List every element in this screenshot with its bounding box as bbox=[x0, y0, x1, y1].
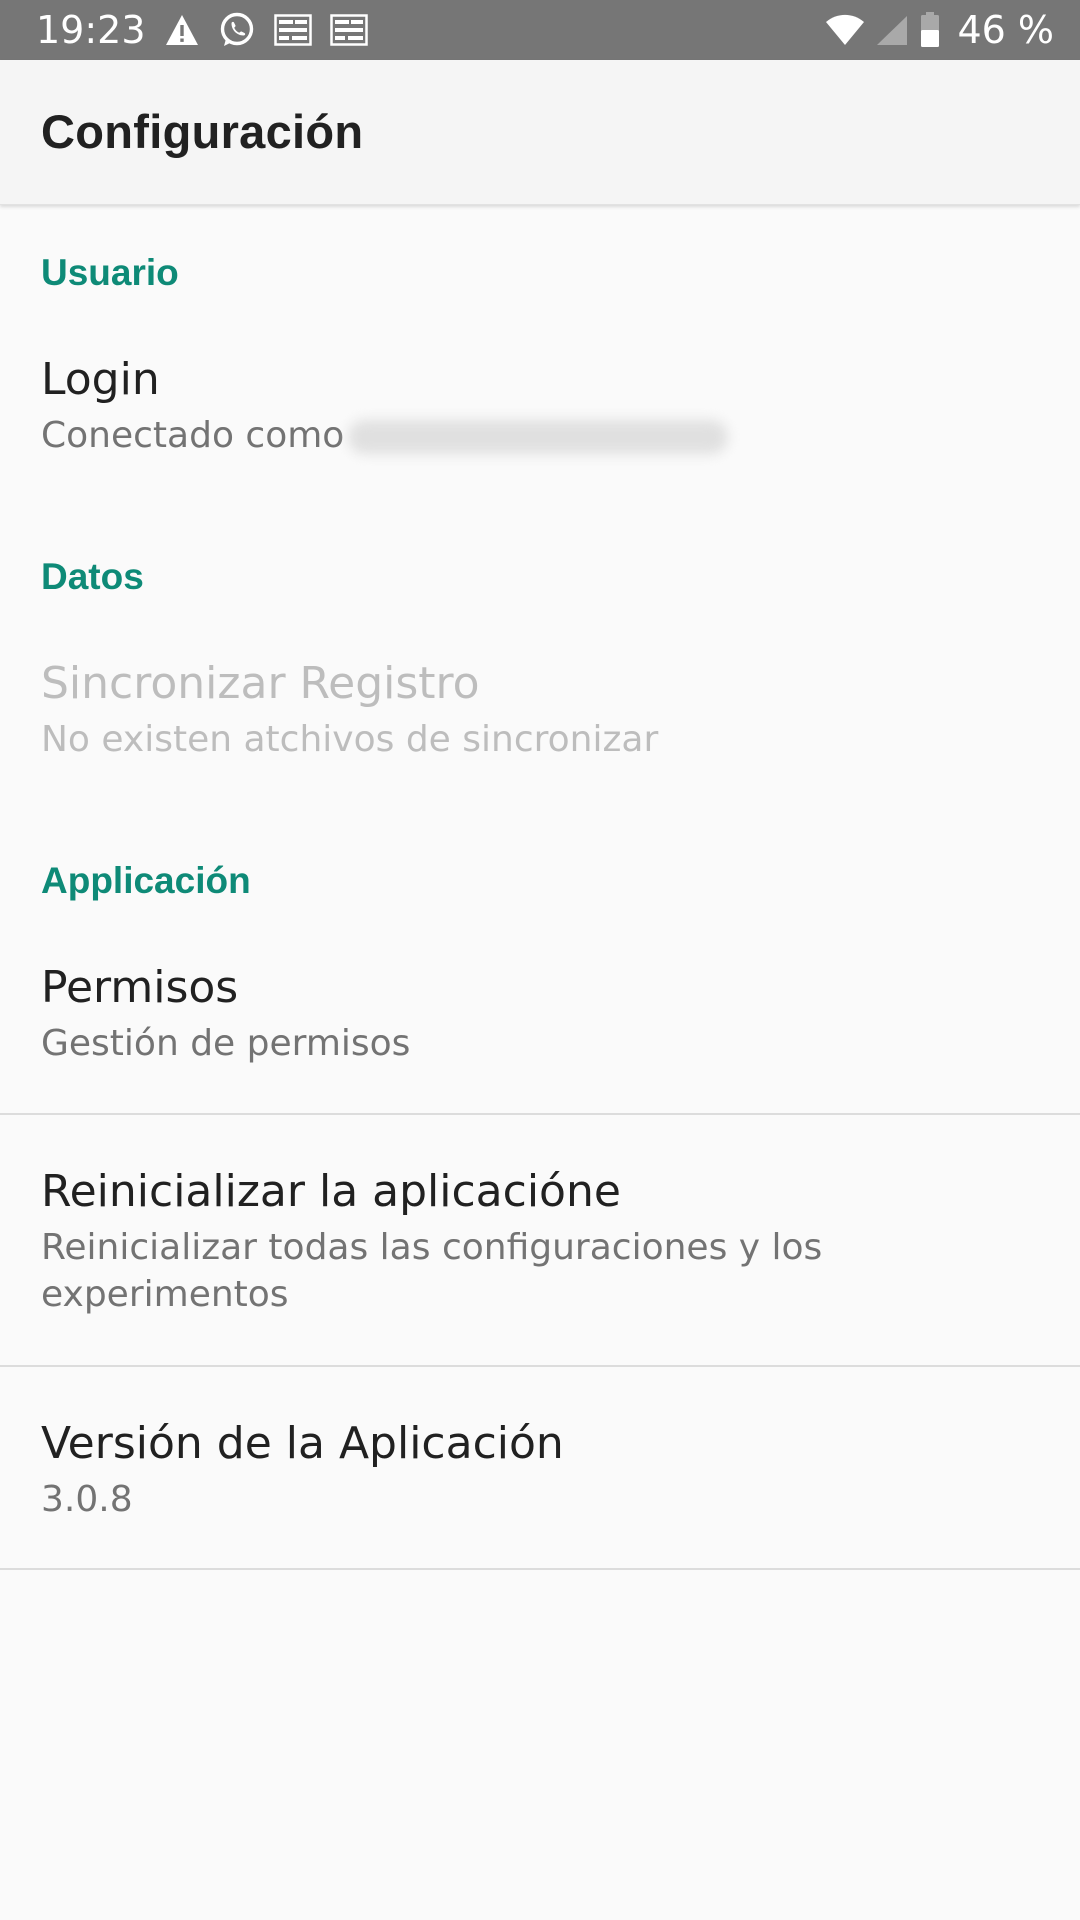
section-header-aplicacion: Applicación bbox=[41, 860, 251, 901]
pref-summary: Gestión de permisos bbox=[41, 1023, 411, 1064]
pref-summary: 3.0.8 bbox=[41, 1479, 133, 1520]
section-header-datos: Datos bbox=[41, 556, 144, 597]
battery-icon bbox=[919, 12, 941, 48]
pref-item-permissions[interactable]: Permisos Gestión de permisos bbox=[0, 938, 1080, 1114]
divider bbox=[0, 1365, 1080, 1367]
pref-summary: No existen atchivos de sincronizar bbox=[41, 719, 659, 760]
pref-title: Sincronizar Registro bbox=[41, 658, 480, 709]
divider bbox=[0, 1113, 1080, 1115]
pref-title: Versión de la Aplicación bbox=[41, 1418, 564, 1469]
pref-item-sync-log: Sincronizar Registro No existen atchivos… bbox=[0, 634, 1080, 804]
whatsapp-icon bbox=[218, 11, 256, 49]
app-bar: Configuración bbox=[0, 60, 1080, 205]
battery-percentage: 46 % bbox=[957, 8, 1054, 52]
pref-title: Reinicializar la aplicacióne bbox=[41, 1166, 621, 1217]
notification-icon bbox=[274, 14, 312, 46]
pref-item-login[interactable]: Login Conectado como bbox=[0, 330, 1080, 500]
pref-title: Permisos bbox=[41, 962, 239, 1013]
wifi-icon bbox=[825, 14, 865, 46]
pref-summary-text: Conectado como bbox=[41, 415, 345, 456]
system-icons: 46 % bbox=[825, 8, 1054, 52]
pref-summary: Conectado como bbox=[41, 412, 1001, 459]
section-header-usuario: Usuario bbox=[41, 252, 179, 293]
divider bbox=[0, 1568, 1080, 1570]
redacted-email bbox=[348, 420, 729, 454]
page-title: Configuración bbox=[41, 105, 364, 158]
pref-item-app-version[interactable]: Versión de la Aplicación 3.0.8 bbox=[0, 1394, 1080, 1570]
status-bar: 19:23 46 % bbox=[0, 0, 1080, 60]
status-time: 19:23 bbox=[36, 8, 146, 52]
signal-icon bbox=[875, 14, 909, 46]
pref-item-reset-app[interactable]: Reinicializar la aplicacióne Reinicializ… bbox=[0, 1142, 1080, 1366]
pref-summary: Reinicializar todas las configuraciones … bbox=[41, 1227, 823, 1315]
notification-icons bbox=[164, 12, 368, 48]
notification-icon bbox=[330, 14, 368, 46]
pref-title: Login bbox=[41, 354, 160, 405]
warning-icon bbox=[164, 13, 200, 47]
